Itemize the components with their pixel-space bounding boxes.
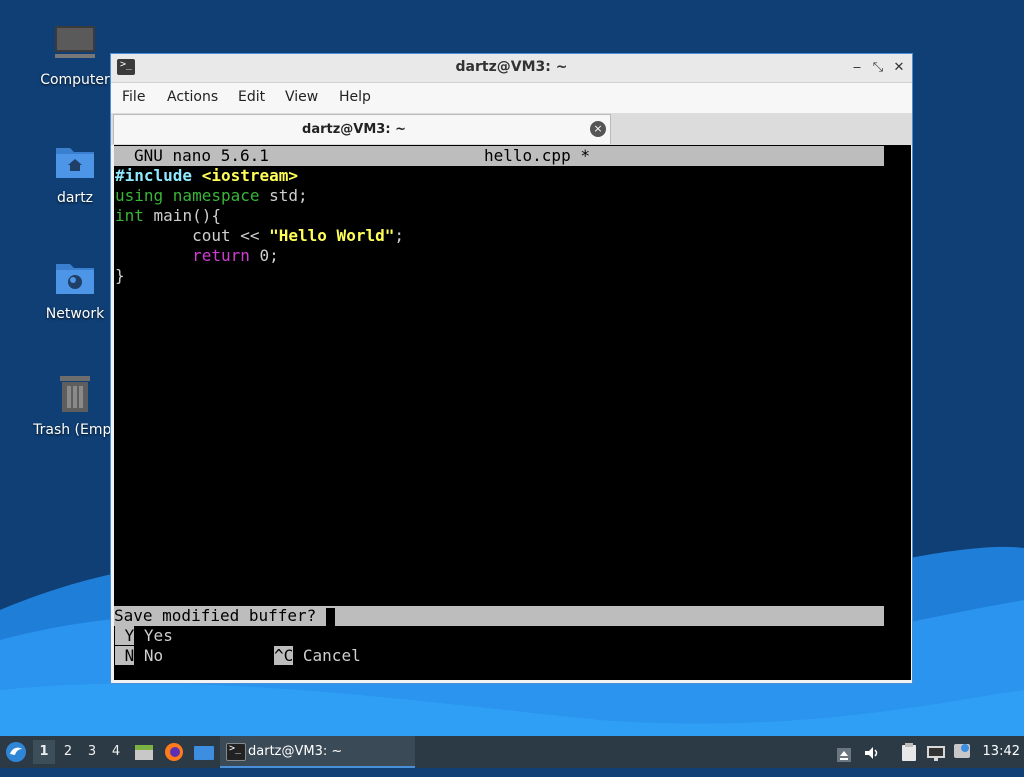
code-token: ;: [394, 226, 404, 245]
task-terminal[interactable]: >_ dartz@VM3: ~: [220, 736, 415, 768]
file-manager-icon: [135, 745, 153, 760]
workspace-1[interactable]: 1: [33, 740, 55, 764]
volume-icon[interactable]: [863, 743, 881, 761]
code-line-3: int main(){: [115, 206, 221, 226]
code-token: #include: [115, 166, 193, 185]
maximize-button[interactable]: ⤡: [867, 57, 889, 79]
code-token: std;: [259, 186, 308, 205]
terminal-output[interactable]: GNU nano 5.6.1 hello.cpp * #include <iost…: [114, 145, 911, 680]
menu-view[interactable]: View: [285, 89, 318, 105]
option-cancel[interactable]: ^C Cancel: [274, 646, 361, 666]
menu-file[interactable]: File: [122, 89, 145, 105]
workspace-3[interactable]: 3: [81, 740, 103, 764]
window-titlebar[interactable]: >_ dartz@VM3: ~ ‒ ⤡ ✕: [111, 54, 912, 83]
code-line-4: cout << "Hello World";: [115, 226, 404, 246]
terminal-icon: >_: [226, 743, 246, 761]
window-title: dartz@VM3: ~: [455, 59, 568, 75]
workspace-2[interactable]: 2: [57, 740, 79, 764]
desktop-icon: [194, 746, 214, 760]
tab-bar: dartz@VM3: ~ ×: [111, 113, 912, 145]
close-button[interactable]: ✕: [888, 57, 910, 79]
option-key: ^C: [274, 646, 294, 665]
taskbar: 1 2 3 4 >_ dartz@VM3: ~ 13:42: [0, 736, 1024, 768]
code-line-1: #include <iostream>: [115, 166, 298, 186]
menubar: File Actions Edit View Help: [111, 83, 912, 113]
show-desktop-button[interactable]: [193, 743, 215, 761]
firefox-icon: [165, 743, 183, 761]
code-token: cout <<: [115, 226, 270, 245]
code-line-5: return 0;: [115, 246, 279, 266]
tab-label: dartz@VM3: ~: [302, 122, 406, 137]
home-folder-icon: [53, 140, 97, 184]
code-token: <iostream>: [201, 166, 299, 185]
trash-icon: [53, 372, 97, 416]
tab-terminal[interactable]: dartz@VM3: ~ ×: [113, 114, 611, 144]
option-key: Y: [115, 626, 135, 645]
option-no[interactable]: N No: [115, 646, 163, 666]
menu-actions[interactable]: Actions: [167, 89, 218, 105]
option-key: N: [115, 646, 135, 665]
tray-eject-icon[interactable]: [836, 744, 852, 762]
minimize-button[interactable]: ‒: [846, 57, 868, 79]
code-token: "Hello World": [269, 226, 395, 245]
clock[interactable]: 13:42: [983, 744, 1020, 759]
network-status-icon[interactable]: [926, 743, 946, 761]
lubuntu-logo-icon: [6, 742, 26, 762]
clipboard-icon[interactable]: [900, 742, 918, 762]
task-label: dartz@VM3: ~: [248, 744, 343, 759]
firefox-launcher[interactable]: [164, 742, 184, 762]
code-token: 0;: [249, 246, 279, 265]
text-cursor: [325, 607, 335, 626]
nano-version: GNU nano 5.6.1: [134, 146, 269, 165]
option-label: Cancel: [302, 646, 361, 665]
network-folder-icon: [53, 256, 97, 300]
save-prompt-bar: Save modified buffer?: [114, 606, 884, 626]
option-label: No: [143, 646, 164, 665]
terminal-window[interactable]: >_ dartz@VM3: ~ ‒ ⤡ ✕ File Actions Edit …: [110, 53, 913, 684]
file-manager-launcher[interactable]: [134, 742, 154, 762]
save-prompt-text: Save modified buffer?: [114, 606, 326, 625]
code-line-6: }: [115, 266, 125, 286]
option-yes[interactable]: Y Yes: [115, 626, 173, 646]
nano-filename: hello.cpp *: [484, 146, 590, 165]
code-token: main(){: [143, 206, 221, 225]
option-label: Yes: [143, 626, 173, 645]
nano-header-bar: GNU nano 5.6.1 hello.cpp *: [114, 146, 884, 166]
menu-help[interactable]: Help: [339, 89, 371, 105]
code-token: int: [115, 206, 144, 225]
code-token: }: [115, 266, 125, 285]
code-token: return: [192, 246, 250, 265]
menu-edit[interactable]: Edit: [238, 89, 265, 105]
code-token: using namespace: [115, 186, 260, 205]
workspace-4[interactable]: 4: [105, 740, 127, 764]
code-line-2: using namespace std;: [115, 186, 308, 206]
computer-icon: [53, 22, 97, 66]
updates-icon[interactable]: [953, 742, 971, 762]
tab-close-icon[interactable]: ×: [590, 121, 606, 137]
start-menu-button[interactable]: [4, 740, 28, 764]
